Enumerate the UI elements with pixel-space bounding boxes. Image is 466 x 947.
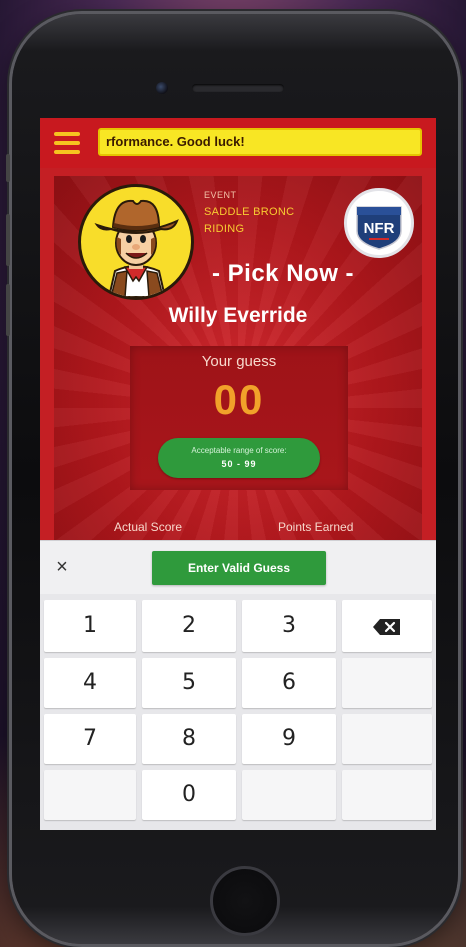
front-camera [156,82,168,94]
backspace-key[interactable] [342,600,432,652]
phone-volume-up [6,214,10,266]
points-earned-label: Points Earned [278,520,354,534]
home-button[interactable] [210,866,280,936]
backspace-icon [373,619,400,635]
blank-key [342,714,432,764]
key-0[interactable]: 0 [142,770,236,820]
nfr-shield-icon: NFR [356,206,402,250]
top-bar: rformance. Good luck! [40,118,436,168]
blank-key [342,770,432,820]
menu-icon[interactable] [54,132,80,154]
key-7[interactable]: 7 [44,714,136,764]
score-range-label: Acceptable range of score: [191,446,287,455]
rider-name: Willy Everride [168,304,308,327]
keyboard-toolbar: × Enter Valid Guess [40,540,436,595]
app-screen: rformance. Good luck! EVENT SADDLE BRONC… [40,118,436,830]
blank-key [342,658,432,708]
your-guess-label: Your guess [201,353,277,370]
guess-panel: Your guess 00 Acceptable range of score:… [130,346,348,490]
key-6[interactable]: 6 [242,658,336,708]
enter-valid-guess-button[interactable]: Enter Valid Guess [152,551,326,585]
pick-card: EVENT SADDLE BRONC RIDING NFR - Pick Now… [54,176,422,576]
blank-key [242,770,336,820]
key-1[interactable]: 1 [44,600,136,652]
cowboy-icon [94,199,179,297]
cowboy-avatar [78,184,194,300]
score-range-badge: Acceptable range of score: 50 - 99 [158,438,320,478]
key-9[interactable]: 9 [242,714,336,764]
key-2[interactable]: 2 [142,600,236,652]
key-8[interactable]: 8 [142,714,236,764]
nfr-logo-text: NFR [364,220,395,237]
pick-now-title: - Pick Now - [212,260,355,287]
key-4[interactable]: 4 [44,658,136,708]
guess-value[interactable]: 00 [130,376,348,424]
nfr-logo: NFR [344,188,414,258]
key-3[interactable]: 3 [242,600,336,652]
phone-silent-switch [6,154,10,182]
event-name: SADDLE BRONC RIDING [204,206,295,235]
news-ticker: rformance. Good luck! [98,128,422,156]
stats-row: Actual Score Points Earned [40,518,436,542]
close-keyboard-button[interactable]: × [50,555,74,579]
actual-score-label: Actual Score [114,520,183,534]
key-5[interactable]: 5 [142,658,236,708]
event-label: EVENT [204,190,237,200]
phone-volume-down [6,284,10,336]
numeric-keypad: 1 2 3 4 5 6 7 8 9 0 [40,594,436,830]
score-range-value: 50 - 99 [221,459,257,469]
earpiece-speaker [192,84,284,92]
blank-key [44,770,136,820]
